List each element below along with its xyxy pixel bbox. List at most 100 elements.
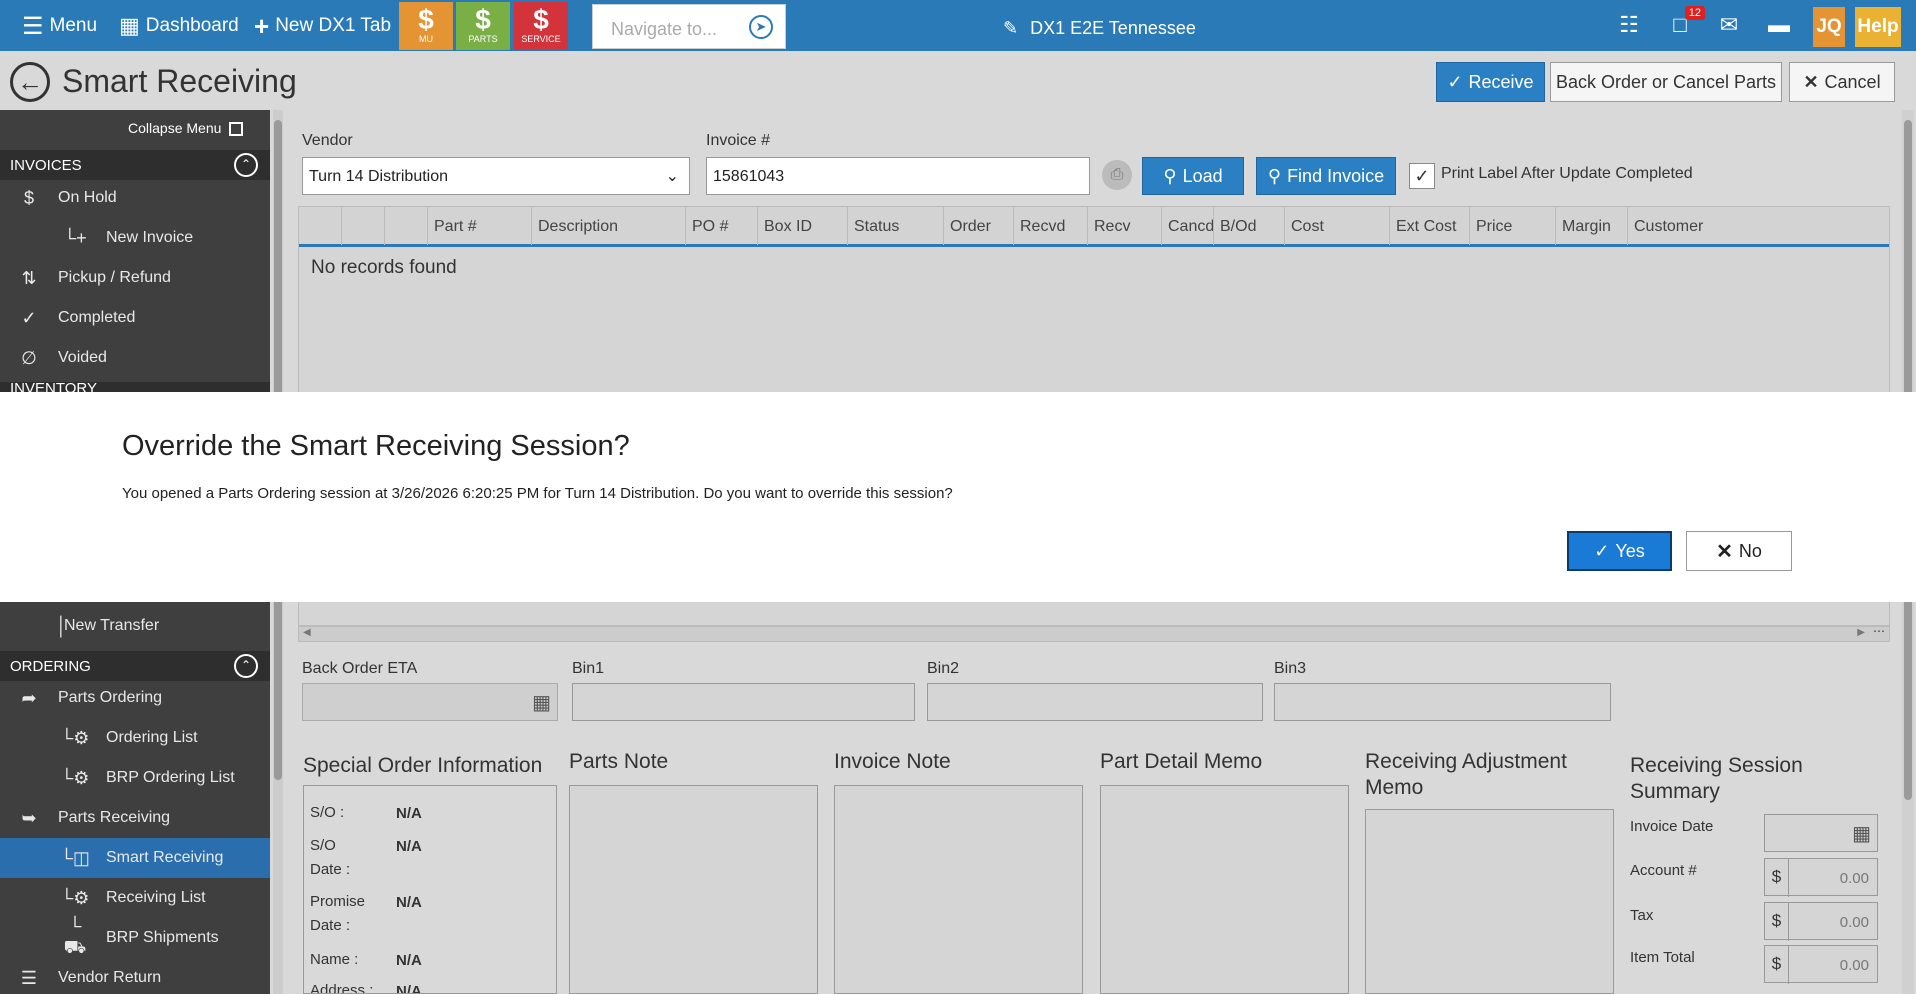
network-icon[interactable]: ☷	[1614, 12, 1644, 40]
vendor-value: Turn 14 Distribution	[309, 168, 449, 185]
search-icon: ⚲	[1267, 165, 1282, 186]
cancel-button[interactable]: ✕ Cancel	[1789, 62, 1895, 102]
navigate-input[interactable]: Navigate to... ➤	[592, 4, 786, 49]
column-header[interactable]: B/Od	[1213, 207, 1284, 245]
new-tab-button[interactable]: + New DX1 Tab	[254, 11, 391, 41]
sidebar-item-ordering-list[interactable]: └⚙ Ordering List	[0, 718, 270, 758]
refund-icon: ⇅	[21, 267, 37, 288]
scroll-right-icon: ▶	[1857, 627, 1865, 638]
compass-icon[interactable]: ➤	[749, 15, 773, 39]
sidebar-item-on-hold[interactable]: $ On Hold	[0, 178, 270, 218]
mu-launcher[interactable]: $ MU	[399, 2, 453, 50]
sidebar-item-parts-receiving[interactable]: ➥ Parts Receiving	[0, 798, 270, 838]
calendar-icon[interactable]: ▦	[532, 690, 551, 715]
truck-icon: └⛟	[63, 915, 87, 957]
section-ordering[interactable]: ORDERING ⌃	[0, 651, 270, 681]
user-avatar[interactable]: JQ	[1813, 7, 1845, 47]
column-header[interactable]: Order	[943, 207, 1013, 245]
mail-icon[interactable]: ✉	[1714, 12, 1744, 40]
part-detail-memo-textarea[interactable]	[1100, 785, 1349, 994]
receiving-adjustment-memo-textarea[interactable]	[1365, 809, 1614, 994]
sidebar-item-vendor-return[interactable]: ☰ Vendor Return	[0, 958, 270, 994]
collapse-menu-button[interactable]: Collapse Menu	[128, 120, 244, 137]
more-icon[interactable]: ⋯	[1873, 624, 1885, 638]
print-label-checkbox[interactable]: ✓	[1409, 163, 1435, 189]
column-header[interactable]: Recv	[1087, 207, 1161, 245]
back-order-eta-input[interactable]: ▦	[302, 683, 558, 721]
name-label: Name :	[310, 951, 359, 968]
printer-icon[interactable]: ⎙	[1102, 160, 1132, 190]
menu-button[interactable]: ☰ Menu	[22, 13, 97, 40]
grid-select-col	[341, 207, 384, 245]
sidebar-item-completed[interactable]: ✓ Completed	[0, 298, 270, 338]
column-header[interactable]: Status	[847, 207, 943, 245]
sidebar-item-label: Vendor Return	[58, 969, 162, 986]
sidebar-item-new-invoice[interactable]: └+ New Invoice	[0, 218, 270, 258]
sidebar-item-label: Voided	[58, 349, 107, 366]
invoice-date-input[interactable]: ▦	[1764, 814, 1878, 852]
currency-symbol: $	[1765, 903, 1789, 941]
dashboard-button[interactable]: ▦ Dashboard	[119, 13, 239, 38]
no-button[interactable]: ✕ No	[1686, 531, 1792, 571]
grid-hscrollbar[interactable]: ◀ ▶ ⋯	[298, 624, 1890, 642]
dollar-gear-icon: $	[475, 4, 491, 35]
tree-branch-icon: │	[56, 615, 68, 636]
sidebar-item-brp-shipments[interactable]: └⛟ BRP Shipments	[0, 915, 270, 958]
phone-icon[interactable]: □ 12	[1665, 6, 1705, 40]
invoice-value: 15861043	[713, 168, 785, 185]
sidebar-item-brp-ordering-list[interactable]: └⚙ BRP Ordering List	[0, 758, 270, 798]
section-label: INVOICES	[10, 157, 82, 174]
bin3-input[interactable]	[1274, 683, 1611, 721]
section-invoices[interactable]: INVOICES ⌃	[0, 150, 270, 180]
item-total-input[interactable]: $ 0.00	[1764, 945, 1878, 984]
sidebar-item-pickup-refund[interactable]: ⇅ Pickup / Refund	[0, 258, 270, 298]
invoice-note-textarea[interactable]	[834, 785, 1083, 994]
account-value: 0.00	[1839, 870, 1869, 887]
column-header[interactable]: Part #	[427, 207, 531, 245]
chat-icon[interactable]: ▬	[1764, 12, 1794, 40]
store-selector[interactable]: ✎ DX1 E2E Tennessee	[1003, 16, 1196, 40]
no-label: No	[1738, 540, 1762, 561]
column-header[interactable]: PO #	[685, 207, 757, 245]
column-header[interactable]: Ext Cost	[1389, 207, 1469, 245]
tax-input[interactable]: $ 0.00	[1764, 902, 1878, 941]
tax-label: Tax	[1630, 907, 1654, 924]
dashboard-label: Dashboard	[145, 15, 239, 36]
sidebar-item-smart-receiving[interactable]: └◫ Smart Receiving	[0, 838, 270, 878]
column-header[interactable]: Margin	[1555, 207, 1627, 245]
launcher-label: PARTS	[468, 34, 498, 44]
help-button[interactable]: Help	[1855, 7, 1901, 47]
sidebar-item-receiving-list[interactable]: └⚙ Receiving List	[0, 878, 270, 918]
gear-icon: └⚙	[60, 727, 90, 748]
column-header[interactable]: Box ID	[757, 207, 847, 245]
vendor-select[interactable]: Turn 14 Distribution ⌄	[302, 157, 690, 195]
column-header[interactable]: Recvd	[1013, 207, 1087, 245]
invoice-note-title: Invoice Note	[834, 750, 951, 773]
column-header[interactable]: Customer	[1627, 207, 1889, 245]
column-header[interactable]: Description	[531, 207, 685, 245]
invoice-input[interactable]: 15861043	[706, 157, 1090, 195]
pencil-icon: ✎	[1003, 17, 1019, 38]
store-name: DX1 E2E Tennessee	[1030, 17, 1196, 38]
parts-note-textarea[interactable]	[569, 785, 818, 994]
bin1-input[interactable]	[572, 683, 915, 721]
column-header[interactable]: Cancd	[1161, 207, 1214, 245]
load-button[interactable]: ⚲ Load	[1142, 157, 1244, 195]
find-invoice-button[interactable]: ⚲ Find Invoice	[1256, 157, 1396, 195]
parts-launcher[interactable]: $ PARTS	[456, 2, 510, 50]
backorder-cancel-button[interactable]: Back Order or Cancel Parts	[1550, 62, 1782, 102]
account-input[interactable]: $ 0.00	[1764, 858, 1878, 897]
sidebar-item-voided[interactable]: ∅ Voided	[0, 338, 270, 378]
yes-button[interactable]: ✓ Yes	[1567, 531, 1672, 571]
bin2-input[interactable]	[927, 683, 1263, 721]
sidebar-item-new-transfer[interactable]: │ New Transfer	[0, 606, 270, 646]
sidebar-item-parts-ordering[interactable]: ➦ Parts Ordering	[0, 678, 270, 718]
column-header[interactable]: Cost	[1284, 207, 1389, 245]
back-arrow-icon[interactable]: ←	[10, 62, 50, 102]
address-label: Address :	[310, 982, 374, 994]
chevron-up-icon: ⌃	[234, 654, 258, 678]
calendar-icon[interactable]: ▦	[1852, 821, 1871, 846]
service-launcher[interactable]: $ SERVICE	[514, 2, 568, 50]
column-header[interactable]: Price	[1469, 207, 1555, 245]
receive-button[interactable]: ✓ Receive	[1436, 62, 1545, 102]
